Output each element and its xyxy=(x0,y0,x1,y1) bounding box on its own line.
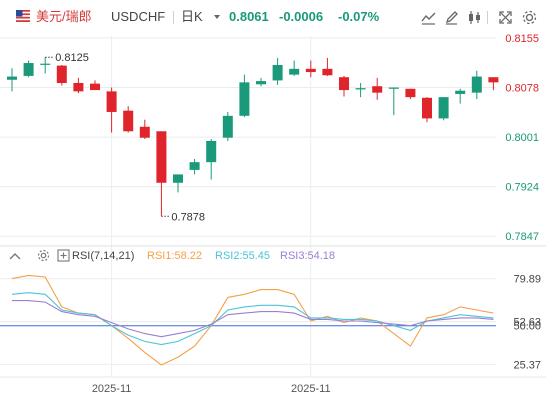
candle[interactable] xyxy=(189,158,200,175)
candle-body xyxy=(123,110,134,132)
candle[interactable] xyxy=(422,97,432,123)
candle-body xyxy=(305,68,316,73)
rsi-tick-label: 79.89 xyxy=(513,274,541,286)
candle-body xyxy=(189,162,200,170)
candle-body xyxy=(206,140,217,163)
rsi-series xyxy=(11,274,494,366)
rsi-tick-label: 25.37 xyxy=(513,359,541,371)
candle-body xyxy=(156,131,167,183)
candle[interactable] xyxy=(206,139,217,180)
candle-body xyxy=(322,68,333,76)
candle[interactable] xyxy=(355,82,366,98)
rsi-tick-label: 50.00 xyxy=(513,321,541,333)
candle[interactable] xyxy=(305,60,316,78)
candle-body xyxy=(23,63,34,76)
candle-body xyxy=(106,91,117,112)
candle[interactable] xyxy=(239,74,250,118)
annotation-label: 0.8125 xyxy=(55,52,89,64)
candle-body xyxy=(239,82,250,116)
time-tick-label: 2025-11 xyxy=(92,383,132,395)
candle[interactable] xyxy=(438,97,449,121)
price-tick-label: 0.7847 xyxy=(505,231,539,243)
candle[interactable] xyxy=(289,60,300,76)
price-tick-label: 0.8078 xyxy=(505,83,539,95)
more-icon[interactable] xyxy=(57,249,70,262)
candle[interactable] xyxy=(256,77,266,87)
candle-body xyxy=(438,97,449,119)
candle-body xyxy=(388,87,399,89)
candle[interactable] xyxy=(106,87,117,133)
candle-body xyxy=(222,115,233,138)
candle[interactable] xyxy=(139,119,150,139)
candle[interactable] xyxy=(388,87,399,116)
candle[interactable] xyxy=(40,57,51,74)
rsi3-value: RSI3:54.18 xyxy=(280,250,336,262)
candle-body xyxy=(256,81,266,85)
rsi-chevron-icon[interactable] xyxy=(8,250,22,262)
candle-body xyxy=(90,83,100,91)
candle-body xyxy=(355,88,366,90)
candle-body xyxy=(139,126,150,138)
candle-body xyxy=(56,65,67,83)
price-axis: 0.8155 0.8078 0.8001 0.7924 0.7847 xyxy=(505,33,539,243)
rsi-grid xyxy=(0,278,496,365)
candle-body xyxy=(372,86,383,93)
candle[interactable] xyxy=(339,75,349,97)
candle[interactable] xyxy=(471,70,482,100)
candle-body xyxy=(471,76,482,93)
candle[interactable] xyxy=(156,131,167,217)
annotation-label: 0.7878 xyxy=(171,211,205,223)
candle[interactable] xyxy=(488,77,499,91)
candle[interactable] xyxy=(372,77,383,100)
chart-canvas: 0.8125 0.7878 0.8155 0.8078 0.8001 0.7924 0.7… xyxy=(0,33,546,395)
candle-body xyxy=(7,76,17,80)
candle-body xyxy=(422,97,432,119)
candle-body xyxy=(405,88,416,98)
candle[interactable] xyxy=(23,60,34,78)
candle-body xyxy=(173,174,183,183)
candle[interactable] xyxy=(222,111,233,141)
candle[interactable] xyxy=(56,64,67,86)
candle-body xyxy=(488,77,499,83)
price-tick-label: 0.8001 xyxy=(505,132,539,144)
settings-icon[interactable] xyxy=(37,249,50,262)
candle[interactable] xyxy=(322,57,333,76)
rsi2-value: RSI2:55.45 xyxy=(215,250,271,262)
candle-body xyxy=(289,68,300,75)
candle[interactable] xyxy=(173,174,183,193)
price-tick-label: 0.7924 xyxy=(505,182,539,194)
high-low-annotations: 0.8125 0.7878 xyxy=(45,52,205,223)
candle-body xyxy=(272,64,283,81)
rsi1-value: RSI1:58.22 xyxy=(147,250,203,262)
candle[interactable] xyxy=(455,88,466,104)
time-tick-label: 2025-11 xyxy=(291,383,331,395)
candle-body xyxy=(73,82,84,92)
candle-body xyxy=(40,63,51,65)
candle[interactable] xyxy=(73,77,84,94)
candle[interactable] xyxy=(123,106,134,133)
candle[interactable] xyxy=(272,57,283,85)
candle[interactable] xyxy=(90,80,100,91)
price-tick-label: 0.8155 xyxy=(505,33,539,45)
time-axis: 2025-11 2025-11 xyxy=(92,383,331,395)
candle-body xyxy=(455,90,466,94)
rsi-indicator-label[interactable]: RSI(7,14,21) xyxy=(72,250,134,262)
rsi-legend: RSI(7,14,21) RSI1:58.22 RSI2:55.45 RSI3:… xyxy=(0,246,546,266)
rsi2-line xyxy=(11,292,494,346)
candle-body xyxy=(339,77,349,91)
rsi-axis: 79.8952.6350.0025.37 xyxy=(513,274,541,372)
candle[interactable] xyxy=(405,88,416,100)
rsi1-line xyxy=(11,274,494,366)
